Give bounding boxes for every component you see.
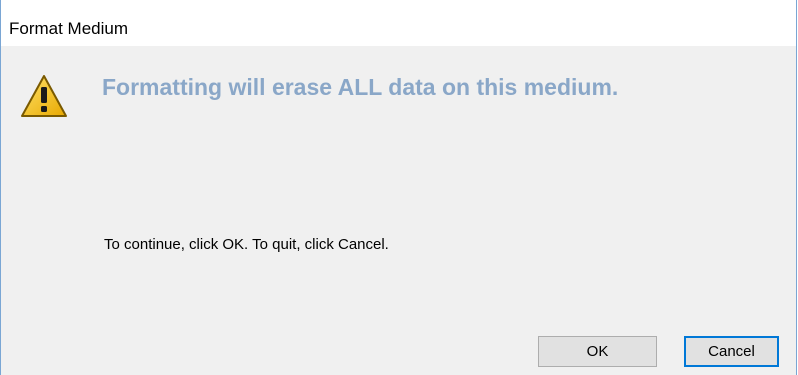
dialog-body: Formatting will erase ALL data on this m… [1,46,796,375]
title-bar[interactable]: Format Medium [1,0,796,46]
warning-icon [21,75,67,117]
cancel-button[interactable]: Cancel [684,336,779,367]
ok-button[interactable]: OK [538,336,657,367]
instruction-text: To continue, click OK. To quit, click Ca… [104,236,389,253]
warning-headline: Formatting will erase ALL data on this m… [102,74,619,100]
format-medium-dialog: Format Medium Formatting will erase ALL … [0,0,797,375]
window-title: Format Medium [9,19,129,38]
